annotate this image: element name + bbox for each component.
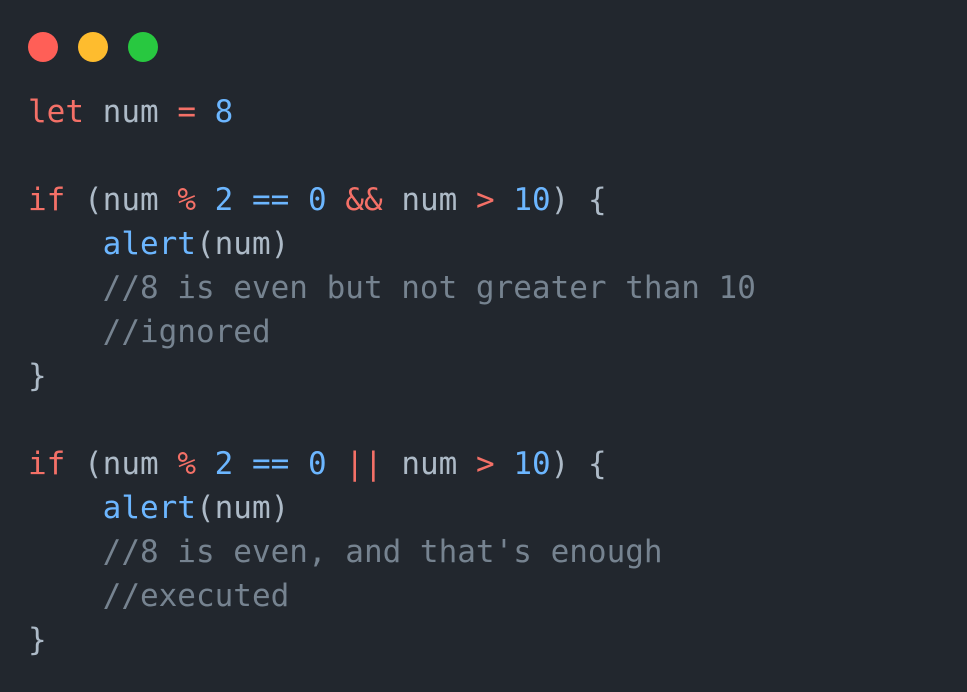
code-line: alert(num): [28, 222, 756, 266]
code-token-keyword: if: [28, 182, 66, 218]
code-token-comment: //ignored: [102, 314, 271, 350]
code-token-plain: }: [28, 358, 47, 394]
code-token-operator: >: [476, 182, 495, 218]
code-token-operator: %: [177, 446, 196, 482]
code-line: //executed: [28, 574, 756, 618]
code-line: //8 is even but not greater than 10: [28, 266, 756, 310]
code-token-plain: (num): [195, 490, 290, 526]
code-line: alert(num): [28, 486, 756, 530]
code-token-plain: (num: [65, 446, 178, 482]
code-token-number: 0: [308, 182, 327, 218]
code-line: //ignored: [28, 310, 756, 354]
code-line: let num = 8: [28, 90, 756, 134]
code-token-plain: (num): [195, 226, 290, 262]
code-token-operator: =: [177, 94, 196, 130]
code-token-comment: //8 is even, and that's enough: [102, 534, 663, 570]
code-line: }: [28, 354, 756, 398]
code-token-number: 2: [214, 182, 234, 218]
close-window-icon[interactable]: [28, 32, 58, 62]
code-token-number: 10: [513, 446, 551, 482]
code-token-function: alert: [102, 490, 196, 526]
code-line: //8 is even, and that's enough: [28, 530, 756, 574]
code-token-operator: >: [476, 446, 495, 482]
code-token-keyword: let: [28, 94, 84, 130]
code-token-number: 0: [308, 446, 327, 482]
code-token-number: 10: [513, 182, 551, 218]
code-token-plain: num: [382, 446, 476, 482]
code-token-comment: //executed: [102, 578, 290, 614]
code-token-number: 2: [214, 446, 234, 482]
code-token-number: ==: [252, 182, 290, 218]
code-token-plain: ) {: [550, 182, 607, 218]
code-line: }: [28, 618, 756, 662]
code-token-keyword: if: [28, 446, 66, 482]
maximize-window-icon[interactable]: [128, 32, 158, 62]
code-block: let num = 8 if (num % 2 == 0 && num > 10…: [28, 90, 756, 662]
code-token-operator: %: [177, 182, 196, 218]
code-token-number: ==: [252, 446, 290, 482]
minimize-window-icon[interactable]: [78, 32, 108, 62]
code-token-number: 8: [214, 94, 234, 130]
code-token-plain: }: [28, 622, 47, 658]
code-token-plain: num: [382, 182, 476, 218]
code-token-plain: ) {: [550, 446, 607, 482]
code-token-plain: (num: [65, 182, 178, 218]
code-token-operator: &&: [345, 182, 383, 218]
code-token-comment: //8 is even but not greater than 10: [102, 270, 756, 306]
code-window: let num = 8 if (num % 2 == 0 && num > 10…: [0, 0, 967, 692]
window-titlebar: [28, 32, 158, 62]
code-token-operator: ||: [345, 446, 383, 482]
code-token-plain: num: [84, 94, 178, 130]
code-token-function: alert: [102, 226, 196, 262]
code-line: if (num % 2 == 0 && num > 10) {: [28, 178, 756, 222]
code-line: if (num % 2 == 0 || num > 10) {: [28, 442, 756, 486]
